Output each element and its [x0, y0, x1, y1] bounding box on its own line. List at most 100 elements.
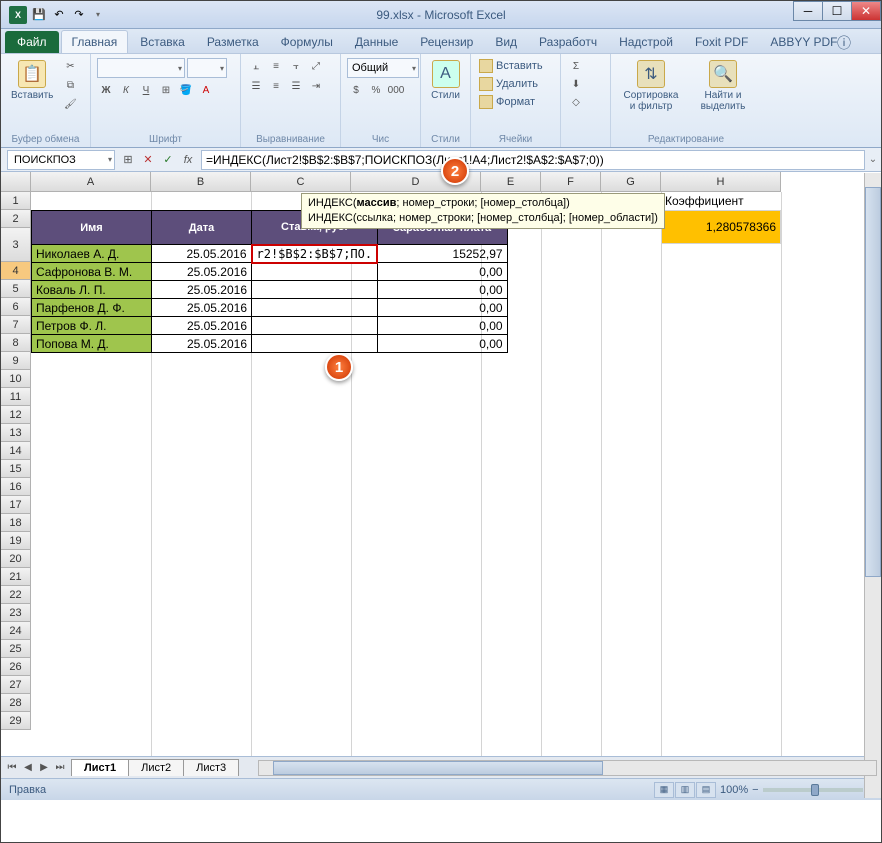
border-button[interactable]: ⊞ [157, 82, 175, 98]
zoom-thumb[interactable] [811, 784, 819, 796]
cell-name[interactable]: Петров Ф. Л. [32, 317, 152, 335]
cell-salary[interactable]: 15252,97 [377, 245, 507, 263]
col-header[interactable]: F [541, 172, 601, 192]
cell-salary[interactable]: 0,00 [377, 281, 507, 299]
row-header[interactable]: 29 [1, 712, 31, 730]
cells-format-button[interactable]: Формат [477, 94, 554, 110]
cell-salary[interactable]: 0,00 [377, 335, 507, 353]
find-select-button[interactable]: 🔍 Найти и выделить [689, 58, 757, 132]
file-tab[interactable]: Файл [5, 31, 59, 53]
col-header[interactable]: B [151, 172, 251, 192]
cell-salary[interactable]: 0,00 [377, 263, 507, 281]
horizontal-scrollbar[interactable] [258, 760, 877, 776]
coef-value-cell[interactable]: 1,280578366 [661, 210, 781, 244]
copy-icon[interactable]: ⧉ [61, 77, 79, 93]
cells-insert-button[interactable]: Вставить [477, 58, 554, 74]
cut-icon[interactable]: ✂ [61, 58, 79, 74]
view-layout-icon[interactable]: ▥ [675, 782, 695, 798]
font-color-button[interactable]: A [197, 82, 215, 98]
fill-icon[interactable]: ⬇ [567, 76, 585, 92]
cell-rate[interactable] [252, 299, 378, 317]
th-name[interactable]: Имя [32, 211, 152, 245]
row-header[interactable]: 1 [1, 192, 31, 210]
vertical-scrollbar[interactable] [864, 173, 881, 798]
col-header[interactable]: C [251, 172, 351, 192]
zoom-slider[interactable] [763, 788, 863, 792]
align-top-icon[interactable]: ⫠ [247, 58, 265, 74]
tab-home[interactable]: Главная [61, 30, 129, 53]
bold-button[interactable]: Ж [97, 82, 115, 98]
row-header[interactable]: 2 [1, 210, 31, 228]
col-header[interactable]: G [601, 172, 661, 192]
maximize-button[interactable]: ☐ [822, 1, 852, 21]
tab-abbyy[interactable]: ABBYY PDF [760, 31, 847, 53]
minimize-button[interactable]: ─ [793, 1, 823, 21]
tab-addins[interactable]: Надстрой [609, 31, 683, 53]
row-header[interactable]: 19 [1, 532, 31, 550]
sheet-tab[interactable]: Лист1 [71, 759, 129, 776]
sheet-nav-first-icon[interactable]: ⏮ [5, 762, 19, 773]
vscroll-thumb[interactable] [865, 187, 881, 577]
view-pagebreak-icon[interactable]: ▤ [696, 782, 716, 798]
cell-date[interactable]: 25.05.2016 [152, 335, 252, 353]
row-header[interactable]: 11 [1, 388, 31, 406]
row-header[interactable]: 3 [1, 228, 31, 262]
cell-name[interactable]: Николаев А. Д. [32, 245, 152, 263]
row-header[interactable]: 8 [1, 334, 31, 352]
percent-icon[interactable]: % [367, 82, 385, 98]
align-left-icon[interactable]: ☰ [247, 78, 265, 94]
indent-icon[interactable]: ⇥ [307, 78, 325, 94]
tab-developer[interactable]: Разработч [529, 31, 607, 53]
sheet-tab[interactable]: Лист2 [128, 759, 184, 776]
italic-button[interactable]: К [117, 82, 135, 98]
currency-icon[interactable]: $ [347, 82, 365, 98]
clear-icon[interactable]: ◇ [567, 94, 585, 110]
cell-salary[interactable]: 0,00 [377, 317, 507, 335]
tab-data[interactable]: Данные [345, 31, 408, 53]
cells-delete-button[interactable]: Удалить [477, 76, 554, 92]
range-select-icon[interactable]: ⊞ [119, 151, 137, 169]
fill-color-button[interactable]: 🪣 [177, 82, 195, 98]
zoom-level[interactable]: 100% [720, 784, 748, 796]
select-all-corner[interactable] [1, 172, 31, 192]
tab-insert[interactable]: Вставка [130, 31, 195, 53]
row-header[interactable]: 9 [1, 352, 31, 370]
row-header[interactable]: 21 [1, 568, 31, 586]
align-middle-icon[interactable]: ≡ [267, 58, 285, 74]
row-header[interactable]: 27 [1, 676, 31, 694]
row-header[interactable]: 24 [1, 622, 31, 640]
col-header[interactable]: H [661, 172, 781, 192]
row-header[interactable]: 17 [1, 496, 31, 514]
cell-date[interactable]: 25.05.2016 [152, 245, 252, 263]
align-bottom-icon[interactable]: ⫟ [287, 58, 305, 74]
cell-rate[interactable] [252, 263, 378, 281]
cell-name[interactable]: Попова М. Д. [32, 335, 152, 353]
row-header[interactable]: 4 [1, 262, 31, 280]
font-name-select[interactable]: ▾ [97, 58, 185, 78]
tab-foxit[interactable]: Foxit PDF [685, 31, 758, 53]
row-header[interactable]: 22 [1, 586, 31, 604]
row-header[interactable]: 12 [1, 406, 31, 424]
paste-button[interactable]: 📋 Вставить [7, 58, 57, 132]
styles-button[interactable]: A Стили [427, 58, 464, 103]
tab-layout[interactable]: Разметка [197, 31, 269, 53]
row-header[interactable]: 16 [1, 478, 31, 496]
col-header[interactable]: A [31, 172, 151, 192]
cell-rate[interactable] [252, 281, 378, 299]
col-header[interactable]: E [481, 172, 541, 192]
help-icon[interactable]: ⓘ [837, 33, 851, 53]
sheet-nav-last-icon[interactable]: ⏭ [53, 762, 67, 773]
font-size-select[interactable]: ▾ [187, 58, 227, 78]
name-box[interactable]: ПОИСКПОЗ▾ [7, 150, 115, 170]
zoom-out-icon[interactable]: − [752, 784, 758, 796]
save-icon[interactable]: 💾 [31, 7, 47, 23]
row-header[interactable]: 7 [1, 316, 31, 334]
coef-label-cell[interactable]: Коэффициент [665, 194, 744, 208]
formula-expand-icon[interactable]: ⌄ [865, 154, 881, 165]
cell-salary[interactable]: 0,00 [377, 299, 507, 317]
cell-name[interactable]: Сафронова В. М. [32, 263, 152, 281]
cell-rate-editing[interactable]: r2!$B$2:$B$7;ПО. [252, 245, 378, 263]
row-header[interactable]: 10 [1, 370, 31, 388]
underline-button[interactable]: Ч [137, 82, 155, 98]
row-header[interactable]: 13 [1, 424, 31, 442]
